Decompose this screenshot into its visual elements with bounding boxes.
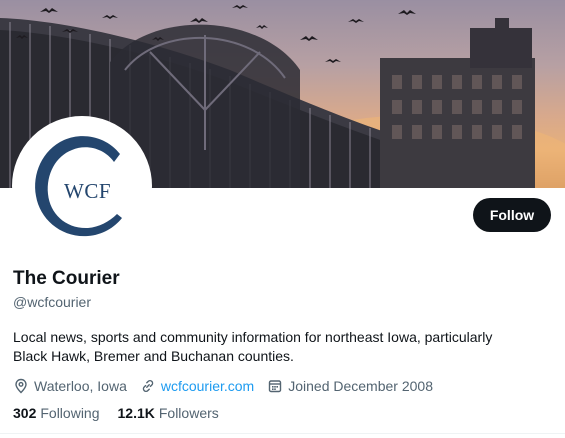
calendar-icon: [269, 380, 282, 393]
profile-meta: Waterloo, Iowa wcfcourier.com Joined Dec…: [13, 376, 446, 396]
following-label: Following: [40, 405, 100, 421]
website-item: wcfcourier.com: [140, 378, 254, 394]
link-icon: [142, 379, 154, 393]
location-item: Waterloo, Iowa: [13, 378, 127, 394]
location-text: Waterloo, Iowa: [34, 378, 127, 394]
bio-line: Local news, sports and community informa…: [13, 329, 493, 345]
followers-link[interactable]: 12.1K Followers: [118, 405, 219, 421]
profile-bio: Local news, sports and community informa…: [13, 328, 553, 366]
profile-handle: @wcfcourier: [13, 294, 92, 310]
avatar-logo: WCF: [20, 124, 144, 248]
website-link[interactable]: wcfcourier.com: [161, 378, 254, 394]
avatar-wordmark: WCF: [64, 179, 112, 203]
following-link[interactable]: 302 Following: [13, 405, 100, 421]
followers-count: 12.1K: [117, 405, 155, 421]
bottom-divider: [0, 433, 565, 434]
profile-name: The Courier: [13, 268, 120, 289]
followers-label: Followers: [158, 405, 219, 421]
profile-avatar[interactable]: WCF: [12, 116, 152, 256]
location-pin-icon: [15, 378, 27, 394]
following-count: 302: [13, 405, 37, 421]
follow-button[interactable]: Follow: [473, 198, 551, 232]
joined-item: Joined December 2008: [267, 378, 433, 394]
profile-stats: 302 Following 12.1K Followers: [13, 405, 237, 421]
joined-text: Joined December 2008: [288, 378, 433, 394]
bio-line: Black Hawk, Bremer and Buchanan counties…: [13, 348, 294, 364]
